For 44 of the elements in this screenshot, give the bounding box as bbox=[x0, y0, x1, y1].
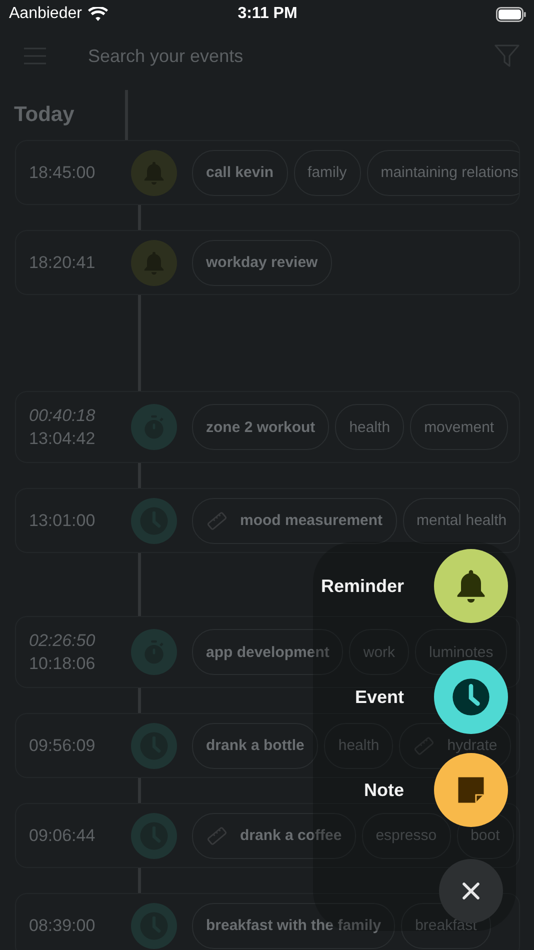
time-text: 10:18:06 bbox=[29, 654, 96, 674]
title-chip[interactable]: call kevin bbox=[192, 150, 288, 196]
time-text: 13:04:42 bbox=[29, 428, 96, 448]
tag-chip[interactable]: health bbox=[335, 404, 404, 450]
section-title: Today bbox=[14, 103, 76, 127]
battery-icon bbox=[496, 6, 526, 22]
title-chip[interactable]: drank a bottle bbox=[192, 722, 318, 768]
title-chip[interactable]: workday review bbox=[192, 240, 332, 286]
time-text: 08:39:00 bbox=[29, 916, 96, 936]
tag-chip[interactable]: movement bbox=[410, 404, 508, 450]
duration-text: 02:26:50 bbox=[29, 630, 96, 650]
time-text: 13:01:00 bbox=[29, 510, 96, 530]
event-card[interactable]: 00:40:18 13:04:42 zone 2 workout health movement bbox=[15, 391, 520, 463]
tag-chip[interactable]: mental health bbox=[402, 498, 519, 544]
time-text: 18:20:41 bbox=[29, 252, 96, 272]
ruler-icon bbox=[206, 510, 228, 532]
wifi-icon bbox=[88, 6, 108, 22]
event-card[interactable]: 18:45:00 call kevin family maintaining relations bbox=[15, 140, 520, 205]
title-chip[interactable]: mood measurement bbox=[192, 498, 397, 544]
clock-icon bbox=[451, 677, 491, 717]
carrier-name: Aanbieder bbox=[9, 5, 82, 23]
duration-text: 00:40:18 bbox=[29, 406, 96, 426]
time-text: 09:56:09 bbox=[29, 736, 96, 756]
action-label: Event bbox=[354, 686, 404, 708]
action-label: Note bbox=[364, 780, 404, 800]
search-field[interactable]: Search your events bbox=[86, 44, 454, 68]
time-text: 09:06:44 bbox=[29, 826, 96, 846]
title-chip[interactable]: zone 2 workout bbox=[192, 404, 330, 450]
clock-icon bbox=[139, 730, 169, 760]
ruler-icon bbox=[206, 824, 228, 846]
title-chip[interactable]: drank a coffee bbox=[192, 812, 356, 858]
clock-time: 3:11 PM bbox=[238, 5, 298, 23]
tag-chip[interactable]: family bbox=[294, 150, 361, 196]
close-icon bbox=[462, 882, 480, 900]
clock-icon bbox=[139, 910, 169, 940]
title-chip[interactable]: app development bbox=[192, 629, 344, 675]
time-text: 18:45:00 bbox=[29, 162, 96, 182]
clock-icon bbox=[139, 820, 169, 850]
clock-icon bbox=[139, 506, 169, 536]
event-card[interactable]: 18:20:41 workday review bbox=[15, 230, 520, 295]
title-chip[interactable]: breakfast with the family bbox=[192, 902, 396, 948]
tag-chip[interactable]: maintaining relations bbox=[366, 150, 519, 196]
action-label: Reminder bbox=[320, 576, 404, 596]
event-card[interactable]: 13:01:00 mood measurement mental health bbox=[15, 488, 520, 553]
